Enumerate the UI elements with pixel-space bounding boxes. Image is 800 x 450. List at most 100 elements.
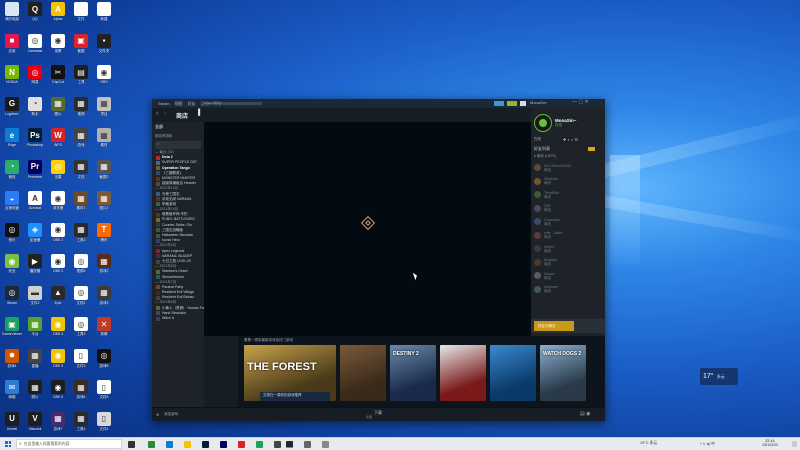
back-icon[interactable]: ‹ (156, 110, 158, 117)
friend-item[interactable]: TrinaRuki 离线 (531, 188, 605, 202)
library-sort[interactable]: 按名称排序 (152, 131, 204, 140)
window-controls[interactable]: — ▢ ✕ (572, 99, 589, 105)
add-friend-icon[interactable]: ✚ ◐ ⌕ ⚙ (563, 137, 578, 142)
desktop-icon[interactable]: ▬ 文件2 (23, 285, 47, 316)
desktop-icon[interactable]: G Logitech (0, 96, 24, 127)
desktop-icon[interactable]: ▦ 项目 (92, 96, 116, 127)
forward-icon[interactable]: › (164, 110, 166, 117)
store-game-tile[interactable] (490, 345, 536, 401)
desktop-icon[interactable]: ▯ 文档3 (92, 380, 116, 410)
friend-item[interactable]: Q00 离线 (531, 202, 605, 216)
desktop-icon[interactable]: ✉ 邮箱 (0, 380, 24, 410)
desktop-icon[interactable]: ▯ 文件3 (69, 348, 93, 379)
desktop-icon[interactable]: ◉ 录屏 (46, 33, 70, 64)
notification-icon[interactable] (792, 441, 797, 447)
friend-item[interactable]: Aimtimer 离线 (531, 283, 605, 297)
clock[interactable]: 22:14 2021/11/23 (762, 439, 778, 447)
weather-widget[interactable]: 17° 多云 (700, 368, 738, 385)
menu-item[interactable]: 视图 (175, 101, 183, 107)
desktop-icon[interactable]: ◎ 网易 (23, 65, 47, 95)
menu-item[interactable]: Steam (158, 101, 170, 106)
desktop-icon[interactable]: e Edge (0, 128, 24, 158)
desktop-icon[interactable]: ◉ 浏览器 (46, 191, 70, 221)
store-game-tile[interactable]: WATCH DOGS 2 (540, 345, 586, 401)
nav-library-icon[interactable]: ▐ (196, 110, 200, 116)
desktop-icon[interactable]: ✂ CapCut (46, 65, 70, 95)
explorer-icon[interactable] (184, 441, 191, 448)
notification-button[interactable] (494, 101, 504, 106)
desktop-icon[interactable]: ◉ OBS 5 (46, 348, 70, 379)
add-game-label[interactable]: 添加游戏 (164, 412, 178, 417)
friend-item[interactable]: Mouse 离线 (531, 269, 605, 283)
desktop-icon[interactable]: ◉ OBS 4 (46, 317, 70, 347)
desktop-icon[interactable]: N NVIDIA (0, 65, 24, 95)
desktop-icon[interactable]: 新建 (92, 2, 116, 32)
desktop-icon[interactable]: ▣ GameViewer (0, 317, 24, 347)
desktop-icon[interactable]: ■ 应用 (0, 33, 24, 64)
desktop-icon[interactable]: ✸ 游戏4 (0, 348, 24, 379)
tray-icons[interactable]: ^ ◐ ◂) 中 (700, 441, 715, 447)
app-icon[interactable] (274, 441, 281, 448)
desktop-icon[interactable]: ◎ 工具3 (69, 317, 93, 347)
desktop-icon[interactable]: A Acrobat (23, 191, 47, 221)
app-icon[interactable] (322, 441, 329, 448)
desktop-icon[interactable]: ▦ 图片 (46, 96, 70, 127)
desktop-icon[interactable]: ▦ 截图2 (92, 159, 116, 190)
avatar-mini[interactable] (520, 101, 526, 106)
desktop-icon[interactable]: ▲ Epic (46, 285, 70, 316)
friend-item[interactable]: Comedian 离线 (531, 215, 605, 229)
store-game-tile[interactable] (440, 345, 486, 401)
friends-chat-bar[interactable]: 好友与聊天 (531, 319, 605, 333)
desktop-icon[interactable]: ▦ 素材2 (69, 191, 93, 221)
nav-store[interactable]: 商店 (176, 111, 188, 120)
desktop-icon[interactable]: ◎ 文档2 (69, 285, 93, 316)
start-button[interactable] (5, 441, 11, 447)
desktop-icon[interactable]: ✕ 剪辑 (92, 317, 116, 347)
desktop-icon[interactable]: ▦ 文档 (69, 159, 93, 190)
desktop-icon[interactable]: ◔ 助手 (23, 96, 47, 127)
desktop-icon[interactable]: ◉ OBS 6 (46, 380, 70, 410)
desktop-icon[interactable]: ▣ 截图 (69, 33, 93, 64)
desktop-icon[interactable]: 我的电脑 (0, 2, 24, 32)
desktop-icon[interactable]: ▦ 工具2 (69, 222, 93, 253)
store-game-tile[interactable] (340, 345, 386, 401)
menu-item[interactable]: 好友 (188, 101, 196, 107)
desktop-icon[interactable]: 文件 (69, 2, 93, 32)
library-game-item[interactable]: Witch It (152, 316, 204, 321)
desktop-icon[interactable]: ◎ Steam (0, 285, 24, 316)
desktop-icon[interactable]: ▦ 视频 (69, 96, 93, 127)
desktop-icon[interactable]: ◈ 加速器 (23, 222, 47, 253)
desktop-icon[interactable]: ◎ 迅雷 (46, 159, 70, 190)
task-view-icon[interactable] (128, 441, 135, 448)
library-search-input[interactable]: ⌕ (155, 141, 201, 149)
library-home[interactable]: 全部 (152, 122, 204, 131)
desktop-icon[interactable]: ▦ 素材 (92, 128, 116, 158)
desktop-icon[interactable]: ◎ 游戏5 (92, 348, 116, 379)
desktop-icon[interactable]: ▦ 游戏2 (92, 254, 116, 284)
friend-item[interactable]: ytrie - Dalex 离线 (531, 229, 605, 243)
manage-label[interactable]: 管理 (366, 415, 372, 419)
desktop-icon[interactable]: ▦ 平台 (23, 317, 47, 347)
taskbar-search[interactable]: ⌕ 在这里输入你要搜索的内容 (16, 439, 122, 449)
friend-item[interactable]: Stickmun 离线 (531, 175, 605, 189)
friend-item[interactable]: Muscrab 离线 (531, 256, 605, 270)
friend-item[interactable]: DOC5Dustin2019 离线 (531, 161, 605, 175)
desktop-icon[interactable]: W WPS (46, 128, 70, 158)
edge-icon[interactable] (166, 441, 173, 448)
app-icon[interactable] (304, 441, 311, 448)
photoshop-icon[interactable] (202, 441, 209, 448)
desktop-icon[interactable]: T 腾讯 (92, 222, 116, 253)
friends-chat-icon[interactable]: ▤ ◉ (580, 411, 590, 417)
desktop-icon[interactable]: ◉ OBS (92, 65, 116, 95)
desktop-icon[interactable]: Ps Photoshop (23, 128, 47, 158)
wps-icon[interactable] (238, 441, 245, 448)
desktop-icon[interactable]: ◒ 百度网盘 (0, 191, 24, 221)
desktop-icon[interactable]: ◉ OBS 2 (46, 222, 70, 253)
premiere-icon[interactable] (220, 441, 227, 448)
desktop-icon[interactable]: ◉ OBS 3 (46, 254, 70, 284)
desktop-icon[interactable]: ▶ 播放器 (23, 254, 47, 284)
desktop-icon[interactable]: ◎ Camtasia (23, 33, 47, 64)
friends-user-header[interactable]: MooaSin~ 在线 (531, 108, 605, 135)
desktop-icon[interactable]: Pr Premiere (23, 159, 47, 190)
desktop-icon[interactable]: ◔ 微信 (0, 159, 24, 190)
